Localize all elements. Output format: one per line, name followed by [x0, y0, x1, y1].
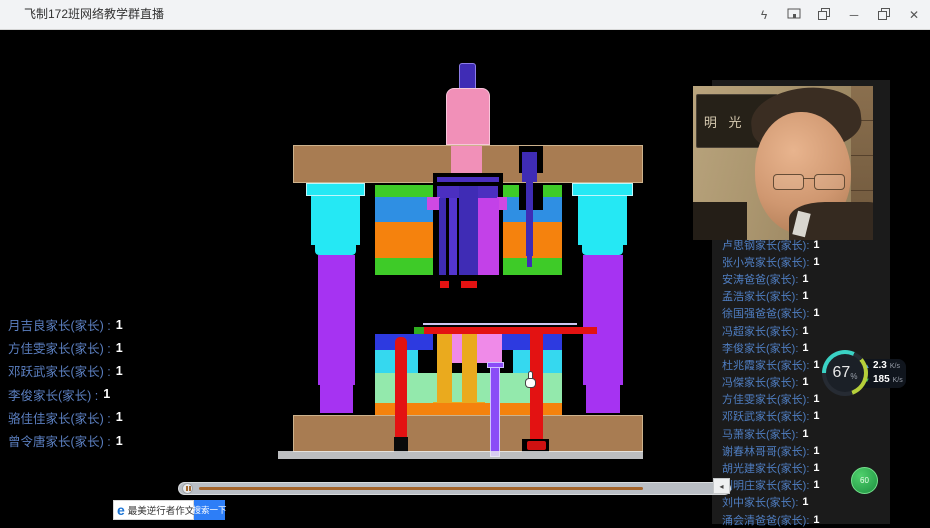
usage-ring-inner: 67%: [826, 354, 864, 392]
mold-sprue-through: [451, 146, 482, 174]
search-button[interactable]: 搜索一下: [194, 500, 225, 520]
usage-percent: 67: [833, 364, 851, 382]
mold-cyan-column-left-cap: [306, 183, 365, 196]
viewer-row: 谢春林哥哥(家长):1: [722, 442, 922, 459]
live-stream-stage: 明 光 心 卢思钢家长(家长):1 张小亮家长(家长):1 安涛爸爸(家长):1…: [0, 30, 930, 494]
viewer-row: 李俊家长(家长):1: [722, 339, 922, 356]
popup-window-icon[interactable]: [786, 8, 802, 23]
mold-gold-column-2: [462, 334, 477, 403]
copy-layers-icon[interactable]: [816, 8, 832, 23]
close-icon[interactable]: ✕: [906, 8, 922, 22]
mold-indigo-bar-thin-2: [449, 198, 457, 275]
mold-purple-column-left-foot: [320, 385, 353, 413]
webcam-shadow: [693, 202, 747, 240]
mold-purple-column-right-foot: [586, 385, 620, 413]
green-floating-ball[interactable]: 60: [851, 467, 878, 494]
viewer-row: 冯超家长(家长):1: [722, 322, 922, 339]
scrollbar-arrow-button[interactable]: ◂: [713, 478, 730, 494]
mold-base-plate: [293, 415, 643, 452]
pause-button[interactable]: [182, 483, 193, 494]
viewer-row: 胡光建家长(家长):1: [722, 459, 922, 476]
viewer-row: 李俊家长(家长) :1: [8, 383, 248, 406]
window-title: 飞制172班网络教学群直播: [24, 0, 164, 29]
usage-ring-badge[interactable]: 67%: [822, 350, 868, 396]
remote-hand-cursor: [525, 372, 537, 388]
search-suggestion-text: 最美逆行者作文: [128, 503, 195, 517]
mold-red-gate-2: [461, 281, 477, 288]
webcam-video[interactable]: 明 光 心: [693, 86, 873, 240]
viewer-row: 骆佳佳家长(家长) :1: [8, 406, 248, 429]
edge-browser-icon: e: [117, 503, 125, 517]
mold-cyan-column-right-cap: [572, 183, 633, 196]
mold-screw-head: [522, 152, 537, 182]
mold-red-gate-1: [440, 281, 449, 288]
viewer-row: 卢思钢家长(家长):1: [722, 236, 922, 253]
mold-magenta-column: [478, 198, 499, 275]
mold-purple-column-right: [583, 255, 623, 385]
mold-runner-purple: [437, 177, 499, 182]
viewer-row: 张小亮家长(家长):1: [722, 253, 922, 270]
search-suggestion-box[interactable]: e 最美逆行者作文: [113, 500, 194, 520]
viewer-row: 安涛爸爸(家长):1: [722, 270, 922, 287]
mold-bottom-white-strip: [278, 451, 643, 459]
viewer-row: 方佳雯家长(家长):1: [722, 391, 922, 408]
mold-screw-tip: [527, 256, 532, 267]
viewer-row: 孟浩家长(家长):1: [722, 288, 922, 305]
mold-cyan-column-left-foot: [315, 245, 356, 255]
mold-indigo-bar-wide: [459, 186, 478, 275]
viewer-row: 马萧家长(家长):1: [722, 425, 922, 442]
viewer-row: 涌会清爸爸(家长):1: [722, 511, 922, 528]
mold-gold-column-1: [437, 334, 452, 403]
viewer-row: 刘中家长(家长):1: [722, 494, 922, 511]
mold-red-pin-2-foot: [527, 441, 546, 450]
viewer-list-left: 月吉良家长(家长) :1 方佳雯家长(家长) :1 邓跃武家长(家长) :1 李…: [8, 313, 248, 452]
mold-lavender-line: [423, 323, 577, 325]
mold-cyan-column-right-foot: [582, 245, 623, 255]
viewer-row: 邓跃武家长(家长) :1: [8, 359, 248, 382]
mold-sprue-bushing: [446, 88, 490, 145]
viewer-row: 刘明庄家长(家长):1: [722, 477, 922, 494]
viewer-row: 徐国强爸爸(家长):1: [722, 305, 922, 322]
glasses: [773, 174, 845, 190]
mold-cyan-column-left: [311, 196, 360, 245]
mold-indigo-bar-thin-1: [439, 198, 446, 275]
mold-screw-shaft: [526, 182, 533, 256]
viewer-row: 方佳雯家长(家长) :1: [8, 336, 248, 359]
mold-cyan-column-right: [578, 196, 627, 245]
progress-bar-fill[interactable]: [199, 487, 643, 490]
minimize-icon[interactable]: ─: [846, 8, 862, 22]
mold-red-pin-1-socket: [394, 437, 408, 452]
viewer-row: 月吉良家长(家长) :1: [8, 313, 248, 336]
window-titlebar[interactable]: 飞制172班网络教学群直播 ϟ ─ ✕: [0, 0, 930, 30]
lightning-icon[interactable]: ϟ: [756, 8, 772, 22]
mold-red-pin-1: [395, 337, 407, 437]
viewer-row: 邓跃武家长(家长):1: [722, 408, 922, 425]
mold-purple-rod: [490, 367, 500, 457]
mold-purple-column-left: [318, 255, 355, 385]
mold-red-ejector-bar: [424, 327, 597, 334]
restore-icon[interactable]: [876, 8, 892, 23]
viewer-row: 曾令唐家长(家长) :1: [8, 429, 248, 452]
mold-top-rod: [459, 63, 476, 89]
